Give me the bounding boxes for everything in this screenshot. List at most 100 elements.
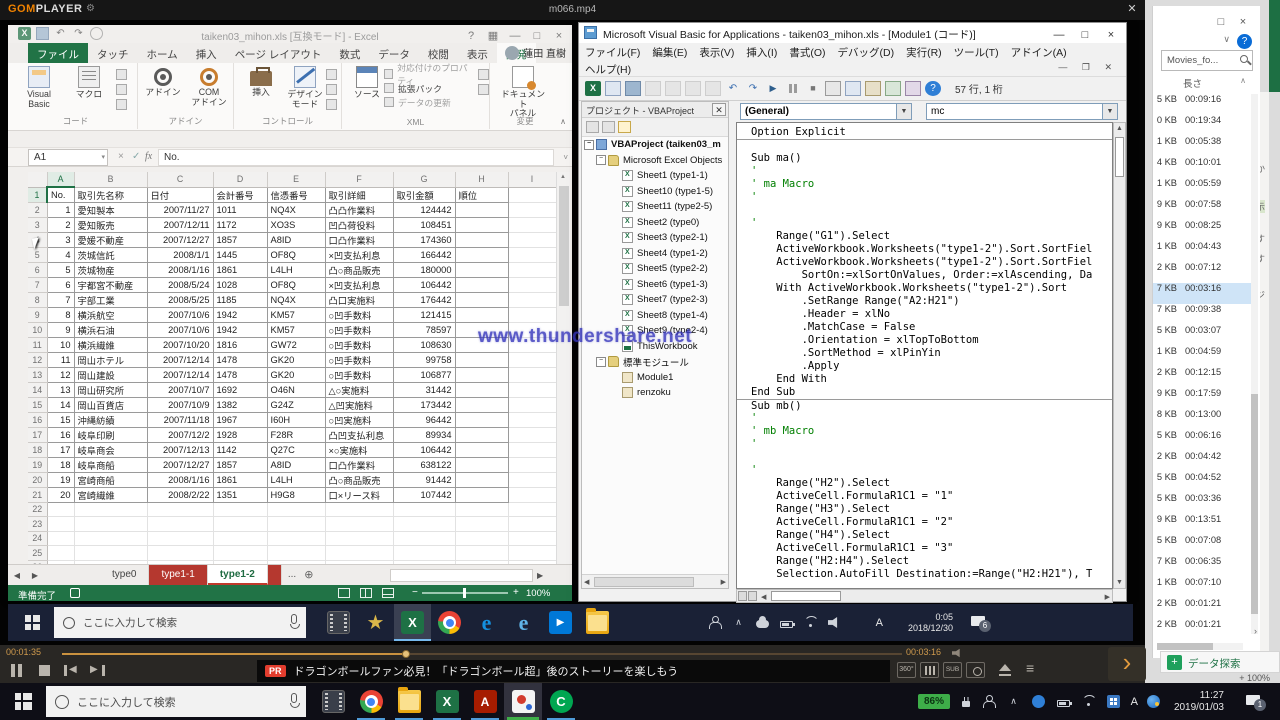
project-tree-item[interactable]: Sheet8 (type1-4)	[582, 308, 728, 324]
sheet-row[interactable]: 13 12 岡山建設 2007/12/14 1478 GK20 ○凹手数料 10…	[28, 367, 556, 382]
formula-input[interactable]: No.	[158, 149, 554, 166]
sheet-row[interactable]: 25	[28, 546, 556, 561]
excel-ribbon-options-button[interactable]	[482, 29, 504, 42]
dropdown-arrow-icon[interactable]	[1102, 104, 1117, 119]
people-icon[interactable]	[708, 616, 721, 629]
gom-player-titlebar[interactable]: GOMPLAYER m066.mp4	[0, 0, 1145, 20]
volume-icon[interactable]	[828, 616, 841, 629]
file-row[interactable]: 2 KB 00:12:15	[1153, 367, 1253, 388]
mdi-child-controls[interactable]	[1058, 62, 1118, 73]
file-row[interactable]: 1 KB 00:04:43	[1153, 241, 1253, 262]
help-icon[interactable]	[925, 81, 941, 96]
sheet-row[interactable]: 11 10 横浜繊維 2007/10/20 1816 GW72 ○凹手数料 10…	[28, 337, 556, 352]
file-row[interactable]: 2 KB 00:01:21	[1153, 598, 1253, 619]
people-icon[interactable]	[982, 695, 995, 708]
ime-indicator[interactable]: A	[876, 617, 883, 629]
explorer-expand-chevron-icon[interactable]	[1254, 626, 1257, 636]
file-row[interactable]: 7 KB 00:09:38	[1153, 304, 1253, 325]
stop-button[interactable]	[36, 662, 58, 680]
excel-help-button[interactable]	[460, 30, 482, 42]
toolbox-icon[interactable]	[905, 81, 921, 96]
project-tree-item[interactable]: renzoku	[582, 385, 728, 401]
file-row[interactable]: 2 KB 00:01:21	[1153, 619, 1253, 640]
movies-tv-icon[interactable]	[542, 604, 579, 641]
menu-item[interactable]: 表示(V)	[693, 43, 740, 60]
file-explorer-icon[interactable]	[579, 604, 616, 641]
menu-item[interactable]: 実行(R)	[900, 43, 948, 60]
redo-icon[interactable]	[745, 81, 761, 96]
zoom-out-icon[interactable]: −	[412, 587, 418, 598]
project-tree-item[interactable]: Sheet1 (type1-1)	[582, 168, 728, 184]
sheet-row[interactable]: 3 2 愛知販売 2007/12/11 1172 XO3S 凹凸荷役料 1084…	[28, 217, 556, 232]
normal-view-icon[interactable]	[338, 588, 350, 598]
ribbon-tab[interactable]: タッチ	[88, 43, 138, 63]
wifi-icon[interactable]	[804, 616, 817, 629]
menu-item[interactable]: ファイル(F)	[579, 43, 646, 60]
ribbon-tab[interactable]: データ	[369, 43, 419, 63]
map-properties-button[interactable]: 対応付けのプロパティ	[384, 67, 476, 81]
file-row[interactable]: 7 KB 00:03:16	[1153, 283, 1253, 304]
file-row[interactable]: 0 KB 00:19:34	[1153, 115, 1253, 136]
project-tree-item[interactable]: Sheet7 (type2-3)	[582, 292, 728, 308]
view-code-icon[interactable]	[586, 121, 599, 133]
sheet-row[interactable]: 22	[28, 502, 556, 517]
code-vertical-scrollbar[interactable]	[1113, 122, 1126, 589]
file-row[interactable]: 9 KB 00:07:58	[1153, 199, 1253, 220]
project-explorer-icon[interactable]	[845, 81, 861, 96]
sheet-nav-right-icon[interactable]	[26, 565, 44, 585]
microphone-icon[interactable]	[291, 693, 297, 703]
design-mode-button[interactable]: デザイン モード	[282, 66, 328, 109]
ie-icon[interactable]	[505, 604, 542, 641]
file-row[interactable]: 1 KB 00:04:59	[1153, 346, 1253, 367]
procedure-dropdown[interactable]: mc	[926, 103, 1118, 120]
sheet-row[interactable]: 5 4 茨城信託 2008/1/1 1445 OF8Q ×凹支払利息 16644…	[28, 247, 556, 262]
sheet-row[interactable]: 7 6 宇都宮不動産 2008/5/24 1028 OF8Q ×凹支払利息 10…	[28, 277, 556, 292]
document-panel-button[interactable]: ドキュメント パネル	[500, 66, 546, 119]
file-row[interactable]: 5 KB 00:03:36	[1153, 493, 1253, 514]
sheet-row[interactable]: 12 11 岡山ホテル 2007/12/14 1478 GK20 ○凹手数料 9…	[28, 352, 556, 367]
action-center-icon[interactable]: 1	[1246, 695, 1262, 708]
defender-icon[interactable]	[1107, 695, 1120, 708]
worksheet-grid[interactable]: A B C D E F G H I 1 No.	[28, 172, 557, 575]
power-plug-icon[interactable]	[962, 701, 970, 707]
explorer-maximize-button[interactable]	[1210, 16, 1232, 28]
file-row[interactable]: 9 KB 00:13:51	[1153, 514, 1253, 535]
vba-titlebar[interactable]: Microsoft Visual Basic for Applications …	[579, 23, 1126, 43]
project-tree-item[interactable]: Sheet3 (type2-1)	[582, 230, 728, 246]
ribbon-tab[interactable]: 挿入	[187, 43, 226, 63]
sheet-row[interactable]: 1 No. 取引先名称 日付 会計番号 信憑番号 取引詳細 取引金額 順位	[28, 187, 556, 202]
project-tree-item[interactable]: Sheet11 (type2-5)	[582, 199, 728, 215]
namebox-dropdown-icon[interactable]	[101, 153, 105, 161]
sheet-row[interactable]: 18 17 岐阜商会 2007/12/13 1142 Q27C ×○実施料 10…	[28, 442, 556, 457]
file-row[interactable]: 1 KB 00:05:38	[1153, 136, 1253, 157]
macro-record-icon[interactable]	[70, 588, 80, 598]
menu-item[interactable]: 編集(E)	[646, 43, 693, 60]
dropdown-arrow-icon[interactable]	[896, 104, 911, 119]
menu-item[interactable]: 挿入(I)	[740, 43, 783, 60]
start-button[interactable]	[3, 683, 43, 720]
code-editor[interactable]: Option ExplicitSub ma()'' ma Macro'' Ran…	[736, 122, 1113, 589]
project-tree-item[interactable]: 標準モジュール	[582, 354, 728, 370]
360-view-button[interactable]: 360°	[897, 662, 916, 678]
sheet-row[interactable]: 10 9 横浜石油 2007/10/6 1942 KM57 ○凹手数料 7859…	[28, 322, 556, 337]
gom-star-icon[interactable]	[357, 604, 394, 641]
microphone-icon[interactable]	[291, 614, 297, 624]
ad-banner[interactable]: PR ドラゴンボールファン必見！「ドラゴンボール超」後のストーリーを楽しもう	[257, 660, 890, 682]
project-tree-item[interactable]: Sheet2 (type0)	[582, 215, 728, 231]
sheet-row[interactable]: 2 1 愛知製本 2007/11/27 1011 NQ4X 凸凸作業料 1244…	[28, 202, 556, 217]
sheet-row[interactable]: 16 15 沖縄紡績 2007/11/18 1967 I60H ○凹実施料 96…	[28, 412, 556, 427]
seek-bar-handle[interactable]	[402, 650, 410, 658]
file-row[interactable]: 8 KB 00:13:00	[1153, 409, 1253, 430]
sheet-row[interactable]: 9 8 横浜航空 2007/10/6 1942 KM57 ○凹手数料 12141…	[28, 307, 556, 322]
file-row[interactable]: 5 KB 00:09:16	[1153, 94, 1253, 115]
sheet-tab[interactable]: type0	[100, 565, 149, 585]
sheet-row[interactable]: 6 5 茨城物産 2008/1/16 1861 L4LH 凸○商品販売 1800…	[28, 262, 556, 277]
zoom-in-icon[interactable]: +	[513, 587, 519, 598]
snapshot-button[interactable]	[966, 662, 985, 678]
sheet-row[interactable]: 19 18 岐阜商船 2007/12/27 1857 A8ID 口凸作業料 63…	[28, 457, 556, 472]
sheet-row[interactable]: 4 3 愛媛不動産 2007/12/27 1857 A8ID 口凸作業料 174…	[28, 232, 556, 247]
design-mode-icon[interactable]	[825, 81, 841, 96]
sheet-nav-left-icon[interactable]	[8, 565, 26, 585]
page-break-view-icon[interactable]	[382, 588, 394, 598]
file-row[interactable]: 7 KB 00:06:35	[1153, 556, 1253, 577]
